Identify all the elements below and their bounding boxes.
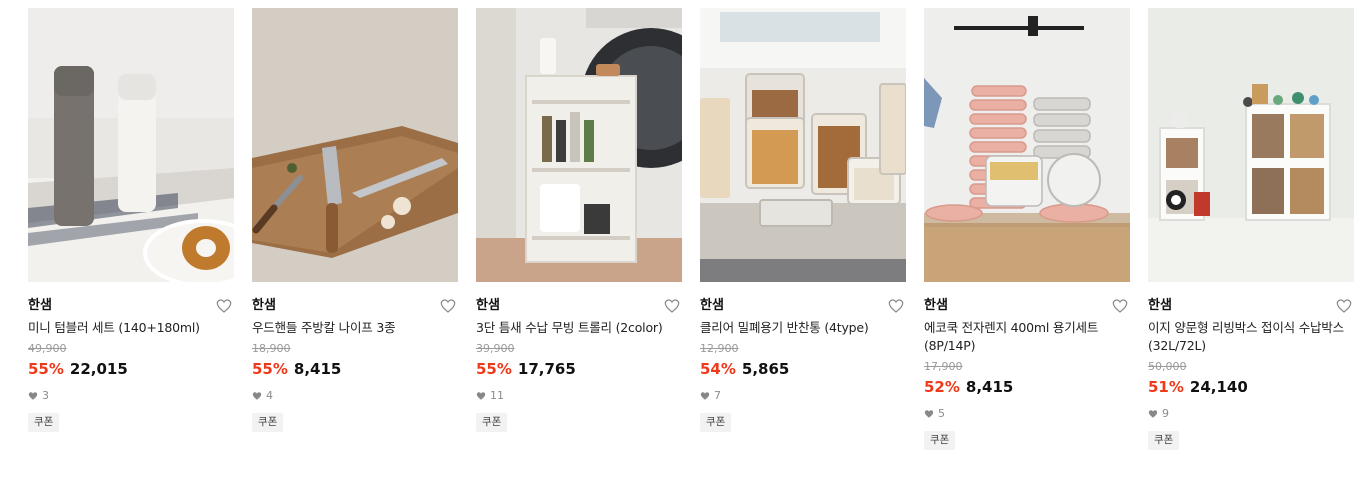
discount-rate: 55% (28, 360, 64, 378)
heart-filled-icon (28, 391, 38, 401)
like-count-value: 5 (938, 407, 945, 420)
wishlist-heart-icon[interactable] (888, 298, 904, 314)
like-count-value: 7 (714, 389, 721, 402)
like-count: 9 (1148, 407, 1354, 421)
product-image[interactable] (924, 8, 1130, 282)
coupon-badge: 쿠폰 (700, 413, 732, 432)
coupon-badge: 쿠폰 (476, 413, 508, 432)
original-price: 49,900 (28, 342, 67, 355)
original-price: 18,900 (252, 342, 291, 355)
product-title[interactable]: 클리어 밀폐용기 반찬통 (4type) (700, 319, 906, 337)
original-price: 17,900 (924, 360, 963, 373)
coupon-badge: 쿠폰 (924, 431, 956, 450)
like-count-value: 3 (42, 389, 49, 402)
product-card[interactable]: 한샘 3단 틈새 수납 무빙 트롤리 (2color) 39,900 55% 17… (476, 8, 682, 432)
sale-price: 22,015 (69, 360, 128, 378)
like-count: 11 (476, 389, 682, 403)
price-row: 51% 24,140 (1148, 377, 1354, 397)
price-row: 55% 22,015 (28, 359, 234, 379)
product-row: 한샘 미니 텀블러 세트 (140+180ml) 49,900 55% 22,01… (0, 0, 1362, 480)
discount-rate: 54% (700, 360, 736, 378)
discount-rate: 55% (252, 360, 288, 378)
wishlist-heart-icon[interactable] (216, 298, 232, 314)
product-title[interactable]: 3단 틈새 수납 무빙 트롤리 (2color) (476, 319, 682, 337)
product-image[interactable] (700, 8, 906, 282)
product-title[interactable]: 미니 텀블러 세트 (140+180ml) (28, 319, 234, 337)
like-count-value: 11 (490, 389, 504, 402)
heart-filled-icon (1148, 409, 1158, 419)
sale-price: 5,865 (741, 360, 790, 378)
like-count: 7 (700, 389, 906, 403)
brand-name: 한샘 (252, 298, 276, 313)
heart-filled-icon (924, 409, 934, 419)
coupon-badge: 쿠폰 (28, 413, 60, 432)
product-title[interactable]: 우드핸들 주방칼 나이프 3종 (252, 319, 458, 337)
original-price: 50,000 (1148, 360, 1187, 373)
discount-rate: 52% (924, 378, 960, 396)
brand-name: 한샘 (700, 298, 724, 313)
product-card[interactable]: 한샘 우드핸들 주방칼 나이프 3종 18,900 55% 8,415 4 쿠폰 (252, 8, 458, 432)
price-row: 55% 8,415 (252, 359, 458, 379)
wishlist-heart-icon[interactable] (1336, 298, 1352, 314)
wishlist-heart-icon[interactable] (664, 298, 680, 314)
brand-name: 한샘 (28, 298, 52, 313)
product-card[interactable]: 한샘 이지 양문형 리빙박스 접이식 수납박스 (32L/72L) 50,000… (1148, 8, 1354, 450)
product-image[interactable] (476, 8, 682, 282)
sale-price: 17,765 (517, 360, 576, 378)
heart-filled-icon (252, 391, 262, 401)
original-price: 12,900 (700, 342, 739, 355)
like-count: 4 (252, 389, 458, 403)
coupon-badge: 쿠폰 (1148, 431, 1180, 450)
sale-price: 8,415 (965, 378, 1014, 396)
price-row: 54% 5,865 (700, 359, 906, 379)
like-count: 3 (28, 389, 234, 403)
like-count: 5 (924, 407, 1130, 421)
price-row: 55% 17,765 (476, 359, 682, 379)
like-count-value: 9 (1162, 407, 1169, 420)
brand-name: 한샘 (1148, 298, 1172, 313)
heart-filled-icon (700, 391, 710, 401)
price-row: 52% 8,415 (924, 377, 1130, 397)
product-card[interactable]: 한샘 클리어 밀폐용기 반찬통 (4type) 12,900 54% 5,865 … (700, 8, 906, 432)
discount-rate: 55% (476, 360, 512, 378)
wishlist-heart-icon[interactable] (1112, 298, 1128, 314)
product-card[interactable]: 한샘 에코쿡 전자렌지 400ml 용기세트 (8P/14P) 17,900 5… (924, 8, 1130, 450)
original-price: 39,900 (476, 342, 515, 355)
brand-name: 한샘 (476, 298, 500, 313)
product-title[interactable]: 에코쿡 전자렌지 400ml 용기세트 (8P/14P) (924, 319, 1130, 355)
coupon-badge: 쿠폰 (252, 413, 284, 432)
product-card[interactable]: 한샘 미니 텀블러 세트 (140+180ml) 49,900 55% 22,01… (28, 8, 234, 432)
product-image[interactable] (28, 8, 234, 282)
heart-filled-icon (476, 391, 486, 401)
like-count-value: 4 (266, 389, 273, 402)
wishlist-heart-icon[interactable] (440, 298, 456, 314)
sale-price: 8,415 (293, 360, 342, 378)
discount-rate: 51% (1148, 378, 1184, 396)
product-title[interactable]: 이지 양문형 리빙박스 접이식 수납박스 (32L/72L) (1148, 319, 1354, 355)
product-image[interactable] (1148, 8, 1354, 282)
brand-name: 한샘 (924, 298, 948, 313)
sale-price: 24,140 (1189, 378, 1248, 396)
product-image[interactable] (252, 8, 458, 282)
